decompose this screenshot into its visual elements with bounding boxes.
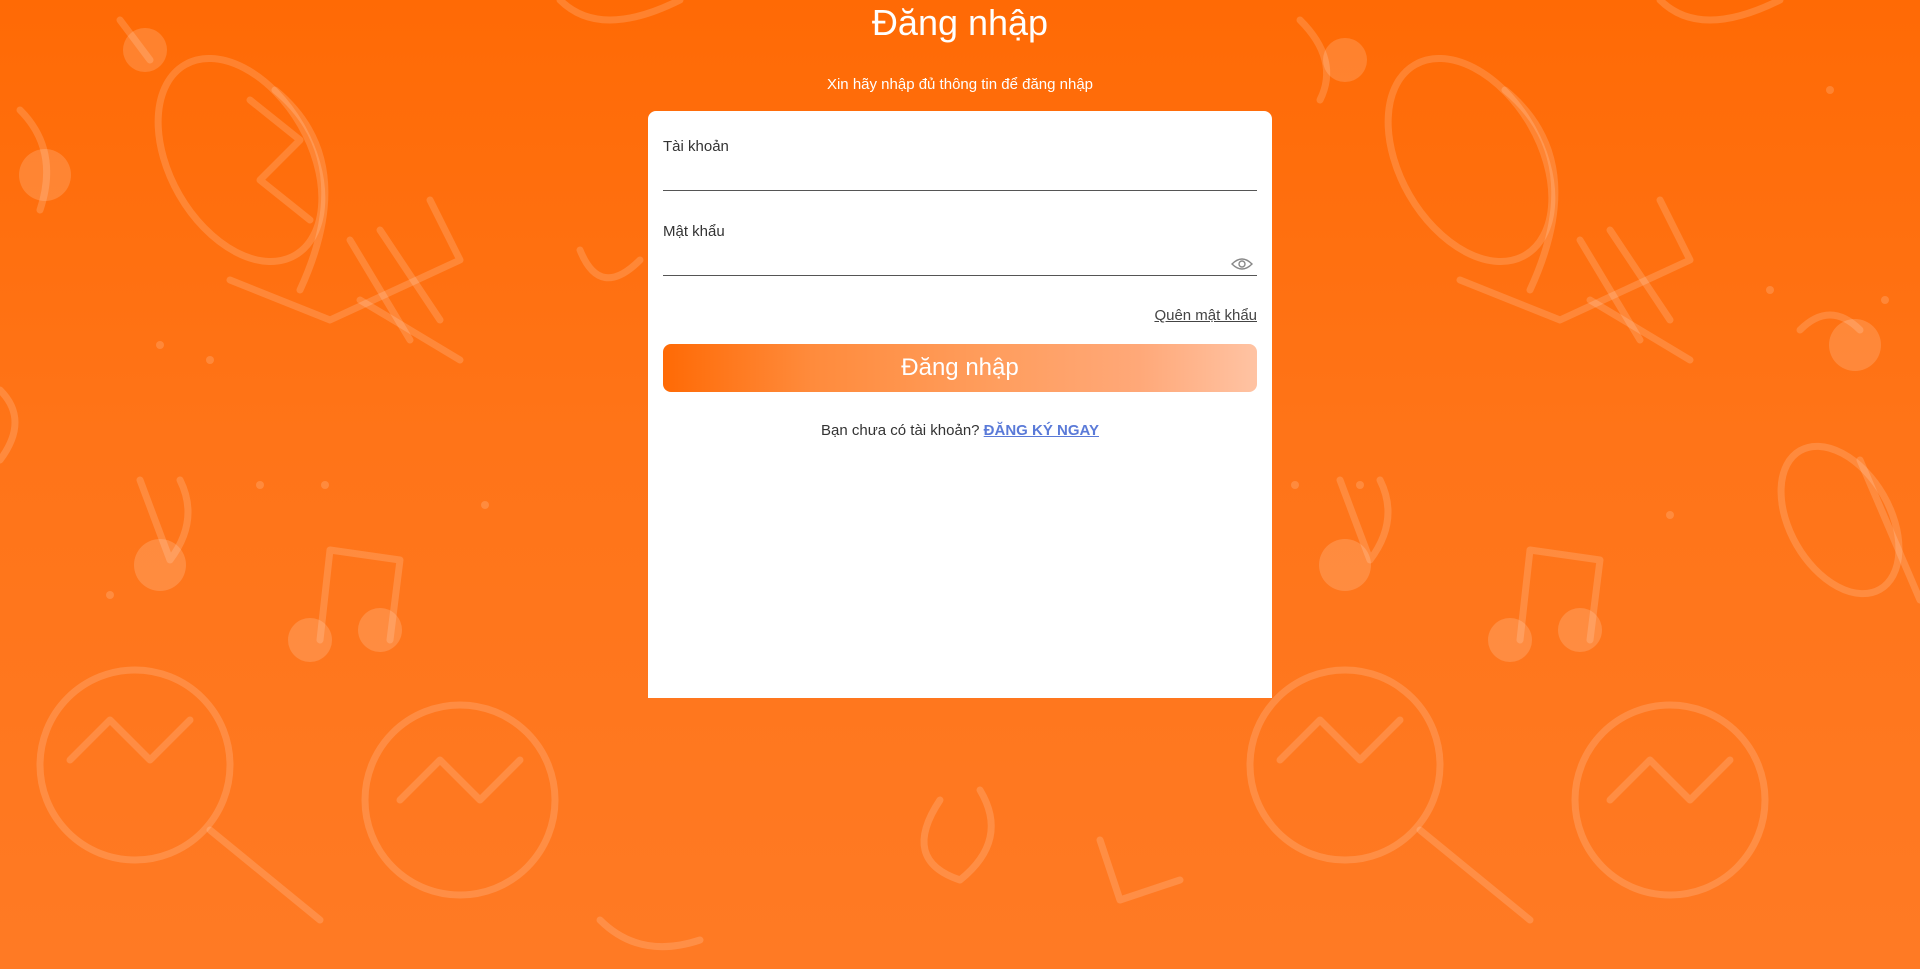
password-field: Mật khẩu <box>663 222 1257 276</box>
note-left-middle <box>134 476 192 591</box>
maracas-left <box>36 666 559 924</box>
login-button[interactable]: Đăng nhập <box>663 344 1257 392</box>
login-page: Đăng nhập Xin hãy nhập đủ thông tin để đ… <box>0 0 1920 969</box>
login-card: Tài khoản Mật khẩu Quên mật khẩu Đăng nh… <box>648 111 1272 698</box>
password-label: Mật khẩu <box>663 223 725 240</box>
maracas-right <box>1246 666 1769 924</box>
password-input[interactable] <box>663 242 1257 276</box>
signup-prompt: Bạn chưa có tài khoản? <box>821 422 980 439</box>
note-right-middle <box>1319 476 1392 591</box>
drum-right-edge <box>1777 442 1920 604</box>
beamed-note-right <box>1488 546 1604 662</box>
page-title: Đăng nhập <box>871 2 1049 43</box>
signup-row: Bạn chưa có tài khoản? ĐĂNG KÝ NGAY <box>648 422 1272 439</box>
forgot-password-link[interactable]: Quên mật khẩu <box>1154 307 1257 324</box>
eye-icon[interactable] <box>1231 257 1253 271</box>
note-left-top <box>16 106 71 214</box>
page-subtitle: Xin hãy nhập đủ thông tin để đăng nhập <box>826 76 1094 93</box>
signup-link[interactable]: ĐĂNG KÝ NGAY <box>984 422 1099 439</box>
username-label: Tài khoản <box>663 138 729 155</box>
username-field: Tài khoản <box>663 137 1257 191</box>
beamed-note-left <box>288 546 404 662</box>
username-input[interactable] <box>663 157 1257 191</box>
